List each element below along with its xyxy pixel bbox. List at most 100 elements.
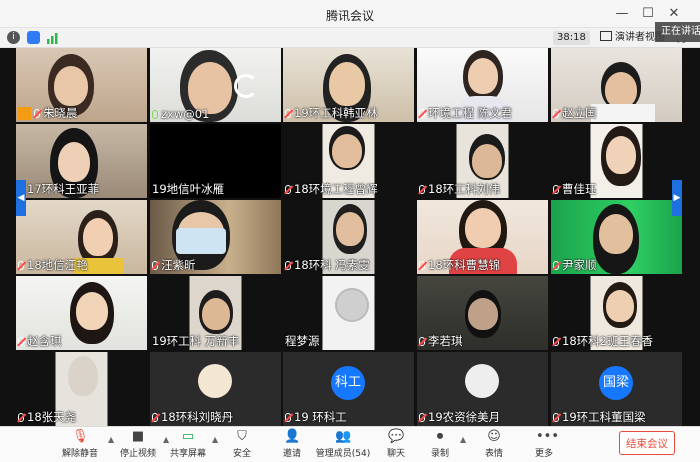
participant-name: 18环境工程曾辉 [285, 181, 378, 197]
security-button[interactable]: ⛉ 安全 [218, 429, 266, 459]
title-bar: 腾讯会议 — ☐ ✕ [0, 0, 700, 28]
video-tile[interactable]: 汪紫昕 [150, 200, 281, 274]
manage-members-label: 管理成员(54) [315, 449, 371, 459]
video-tile[interactable]: 19环工科 万新丰 [150, 276, 281, 350]
video-tile[interactable]: 18环工科刘伟 [417, 124, 548, 198]
mic-muted-icon [152, 412, 158, 422]
security-label: 安全 [232, 449, 251, 459]
mic-muted-icon [34, 108, 40, 118]
video-tile[interactable]: 尹家顺 [551, 200, 682, 274]
participant-name: 曹佳珏 [553, 181, 597, 197]
share-screen-icon: ▭ [181, 429, 195, 444]
stop-video-button[interactable]: ■ 停止视频 [114, 429, 162, 459]
share-screen-button[interactable]: ▭ 共享屏幕 [164, 429, 212, 459]
unmute-button[interactable]: 🎙 解除静音 [56, 429, 104, 459]
prev-page-arrow-icon[interactable]: ◀ [16, 180, 26, 216]
participant-name: 李若琪 [419, 333, 463, 349]
mic-muted-icon [419, 336, 425, 346]
video-tile[interactable]: 18环科2班王春香 [551, 276, 682, 350]
layout-icon [600, 31, 612, 41]
end-meeting-button[interactable]: 结束会议 [619, 431, 675, 455]
participant-name: 19环工科韩亚林 [285, 105, 378, 121]
avatar [198, 364, 232, 398]
video-tile[interactable]: 19地信叶冰雁 [150, 124, 281, 198]
participant-name: 18环工科刘伟 [419, 181, 500, 197]
participant-name: 汪紫昕 [152, 257, 196, 273]
avatar: 科工 [331, 366, 365, 400]
more-dots-icon: ••• [536, 429, 560, 444]
video-tile[interactable]: 环境工程 陈文君 [417, 48, 548, 122]
participant-name: 尹家顺 [553, 257, 597, 273]
close-icon[interactable]: ✕ [664, 4, 684, 24]
avatar: 国梁 [599, 366, 633, 400]
camera-object [335, 288, 369, 322]
video-tile[interactable]: zxw@01 [150, 48, 281, 122]
participant-name: 朱晓晨 [18, 105, 78, 121]
chevron-up-icon[interactable]: ▲ [460, 435, 466, 444]
chat-icon: 💬 [388, 429, 405, 444]
record-button[interactable]: ⏺ 录制 [416, 429, 464, 459]
video-tile[interactable]: 赵立国 [551, 48, 682, 122]
video-tile[interactable]: 18环科 冯素雯 [283, 200, 414, 274]
mic-muted-icon [285, 260, 291, 270]
more-label: 更多 [534, 449, 553, 459]
mic-muted-icon [553, 184, 559, 194]
video-tile[interactable]: 19环工科韩亚林 [283, 48, 414, 122]
maximize-icon[interactable]: ☐ [638, 4, 658, 24]
mic-muted-icon [18, 336, 24, 346]
chat-label: 聊天 [386, 449, 405, 459]
participant-name: 程梦源 [285, 334, 320, 348]
mic-muted-icon [553, 412, 559, 422]
video-tile[interactable]: 曹佳珏 [551, 124, 682, 198]
mic-muted-icon [285, 108, 291, 118]
mic-muted-icon [152, 260, 158, 270]
mic-muted-icon [419, 108, 425, 118]
loading-spinner-icon [234, 74, 258, 98]
participant-name: 19环工科 万新丰 [152, 334, 240, 348]
next-page-arrow-icon[interactable]: ▶ [672, 180, 682, 216]
video-tile[interactable]: 赵含琪 [16, 276, 147, 350]
speaking-indicator: 正在讲话： [655, 22, 700, 42]
signal-icon[interactable] [47, 32, 59, 44]
video-tile[interactable]: 18张天尧 [16, 352, 147, 426]
shield-icon[interactable] [27, 31, 40, 44]
video-tile[interactable]: 18地信汪艳 [16, 200, 147, 274]
video-tile[interactable]: 科工 19 环科工 [283, 352, 414, 426]
invite-button[interactable]: 👤 邀请 [268, 429, 316, 459]
shield-icon: ⛉ [237, 429, 247, 444]
window-title: 腾讯会议 [325, 9, 374, 23]
avatar [465, 364, 499, 398]
participant-name: 19环工科董国梁 [553, 409, 646, 425]
mic-muted-icon [419, 184, 425, 194]
mic-muted-icon [553, 336, 559, 346]
video-tile[interactable]: 李若琪 [417, 276, 548, 350]
mic-muted-icon [285, 184, 291, 194]
manage-members-button[interactable]: 👥 管理成员(54) [314, 429, 372, 459]
stop-video-label: 停止视频 [119, 449, 156, 459]
mic-muted-icon [18, 260, 24, 270]
video-camera-icon: ■ [131, 429, 145, 444]
video-tile[interactable]: 17环科王亚菲 [16, 124, 147, 198]
participant-name: 19农资徐美月 [419, 409, 500, 425]
participant-name: 19地信叶冰雁 [152, 182, 225, 196]
video-tile[interactable]: 国梁 19环工科董国梁 [551, 352, 682, 426]
video-tile[interactable]: 18环科刘晓丹 [150, 352, 281, 426]
share-screen-label: 共享屏幕 [169, 449, 206, 459]
members-icon: 👥 [335, 429, 352, 444]
video-tile[interactable]: 朱晓晨 [16, 48, 147, 122]
chat-button[interactable]: 💬 聊天 [372, 429, 420, 459]
video-tile[interactable]: 18环科曹慧锦 [417, 200, 548, 274]
bottom-toolbar: 🎙 解除静音 ▲ ■ 停止视频 ▲ ▭ 共享屏幕 ▲ ⛉ 安全 👤 邀请 👥 管… [0, 426, 700, 462]
info-icon[interactable]: i [7, 31, 20, 44]
participant-name: 18环科2班王春香 [553, 333, 653, 349]
reactions-button[interactable]: ☺ 表情 [470, 429, 518, 459]
video-tile[interactable]: 18环境工程曾辉 [283, 124, 414, 198]
minimize-icon[interactable]: — [612, 4, 632, 24]
participant-name: 18张天尧 [18, 409, 76, 425]
unmute-label: 解除静音 [61, 449, 98, 459]
video-tile[interactable]: 程梦源 [283, 276, 414, 350]
participant-name: 赵立国 [553, 105, 597, 121]
more-button[interactable]: ••• 更多 [520, 429, 568, 459]
video-tile[interactable]: 19农资徐美月 [417, 352, 548, 426]
participant-name: 赵含琪 [18, 333, 62, 349]
